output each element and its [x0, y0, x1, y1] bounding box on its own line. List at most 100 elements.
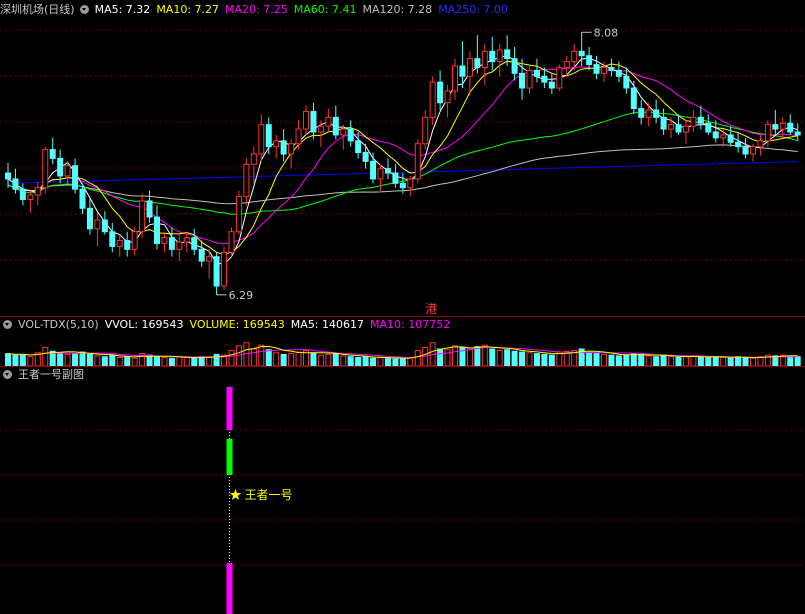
candle-body[interactable]	[757, 140, 764, 148]
volume-bar[interactable]	[310, 352, 317, 367]
volume-bar[interactable]	[601, 353, 607, 367]
candle-body[interactable]	[295, 128, 302, 145]
candle-body[interactable]	[124, 240, 131, 250]
candle-body[interactable]	[750, 146, 756, 155]
chevron-down-icon[interactable]	[79, 5, 89, 14]
volume-bar[interactable]	[504, 349, 511, 367]
candle-body[interactable]	[548, 81, 555, 89]
candle-body[interactable]	[176, 241, 183, 250]
volume-bar[interactable]	[258, 344, 265, 367]
volume-bar[interactable]	[198, 356, 205, 367]
volume-bar[interactable]	[176, 356, 183, 367]
volume-bar[interactable]	[370, 357, 377, 367]
volume-bar[interactable]	[660, 354, 667, 367]
candle-body[interactable]	[682, 125, 689, 133]
volume-bar[interactable]	[27, 356, 34, 367]
candle-body[interactable]	[474, 58, 481, 68]
candle-body[interactable]	[243, 163, 250, 198]
candle-body[interactable]	[332, 116, 339, 136]
volume-bar[interactable]	[317, 354, 324, 367]
volume-bar[interactable]	[712, 356, 719, 367]
candle-body[interactable]	[645, 109, 652, 118]
volume-bar[interactable]	[623, 354, 630, 367]
candle-body[interactable]	[131, 231, 138, 250]
volume-bar[interactable]	[79, 351, 86, 367]
volume-bar[interactable]	[228, 350, 235, 367]
candle-body[interactable]	[705, 122, 712, 133]
candle-body[interactable]	[429, 81, 436, 118]
volume-bar[interactable]	[742, 356, 749, 367]
candle-body[interactable]	[310, 110, 317, 133]
candle-body[interactable]	[34, 187, 41, 196]
volume-bar[interactable]	[727, 357, 734, 367]
candle-body[interactable]	[437, 81, 444, 104]
candle-body[interactable]	[526, 69, 533, 89]
candle-body[interactable]	[86, 207, 93, 230]
candle-body[interactable]	[5, 172, 11, 180]
volume-bar[interactable]	[548, 354, 555, 367]
chevron-down-icon[interactable]	[3, 320, 12, 329]
candle-body[interactable]	[362, 152, 369, 162]
volume-bar[interactable]	[437, 348, 444, 367]
volume-bar[interactable]	[5, 353, 11, 367]
candle-body[interactable]	[235, 196, 242, 233]
candle-body[interactable]	[675, 124, 682, 133]
candle-body[interactable]	[317, 125, 324, 133]
volume-bar[interactable]	[392, 358, 399, 367]
volume-bar[interactable]	[556, 351, 563, 367]
candle-body[interactable]	[27, 194, 34, 200]
volume-bar[interactable]	[362, 356, 369, 367]
volume-bar[interactable]	[42, 346, 49, 367]
candle-body[interactable]	[623, 75, 630, 89]
volume-bar[interactable]	[757, 356, 764, 367]
volume-bar[interactable]	[94, 355, 101, 367]
volume-bar[interactable]	[533, 353, 540, 367]
volume-bar[interactable]	[250, 348, 257, 367]
candle-body[interactable]	[571, 50, 578, 63]
volume-bar[interactable]	[608, 354, 615, 367]
candle-body[interactable]	[422, 116, 429, 145]
volume-bar[interactable]	[399, 357, 406, 367]
candle-body[interactable]	[660, 116, 667, 130]
candle-body[interactable]	[213, 256, 220, 287]
volume-bar[interactable]	[630, 353, 637, 367]
candle-body[interactable]	[265, 124, 272, 148]
volume-bar[interactable]	[86, 353, 93, 367]
volume-bar[interactable]	[750, 357, 756, 367]
volume-bar[interactable]	[474, 346, 481, 367]
volume-bar[interactable]	[377, 356, 384, 367]
volume-bar[interactable]	[325, 353, 332, 367]
volume-bar[interactable]	[787, 355, 794, 367]
volume-bar[interactable]	[288, 353, 295, 367]
candle-body[interactable]	[206, 256, 213, 262]
volume-bar[interactable]	[131, 357, 138, 367]
volume-bar[interactable]	[511, 350, 518, 367]
candle-body[interactable]	[459, 65, 466, 77]
candle-body[interactable]	[340, 128, 347, 136]
volume-bar[interactable]	[452, 345, 458, 367]
candle-body[interactable]	[779, 122, 786, 130]
volume-bar[interactable]	[586, 352, 593, 367]
candle-body[interactable]	[19, 188, 26, 200]
candle-body[interactable]	[712, 131, 719, 139]
candle-body[interactable]	[407, 178, 414, 189]
volume-bar[interactable]	[19, 353, 26, 367]
volume-bar[interactable]	[273, 352, 280, 367]
volume-bar[interactable]	[541, 353, 548, 367]
candle-body[interactable]	[191, 237, 198, 250]
candle-body[interactable]	[414, 143, 421, 180]
volume-bar[interactable]	[668, 356, 675, 367]
candle-body[interactable]	[12, 178, 19, 190]
candle-body[interactable]	[556, 66, 563, 89]
volume-bar[interactable]	[735, 356, 742, 367]
candle-body[interactable]	[72, 165, 79, 190]
candle-body[interactable]	[519, 72, 526, 89]
candle-body[interactable]	[533, 69, 540, 77]
volume-bar[interactable]	[489, 348, 496, 367]
volume-bar[interactable]	[384, 357, 391, 367]
volume-bar[interactable]	[340, 355, 347, 367]
volume-bar[interactable]	[235, 345, 242, 367]
candle-body[interactable]	[139, 200, 146, 233]
volume-bar[interactable]	[675, 356, 682, 367]
volume-bar[interactable]	[593, 353, 600, 367]
